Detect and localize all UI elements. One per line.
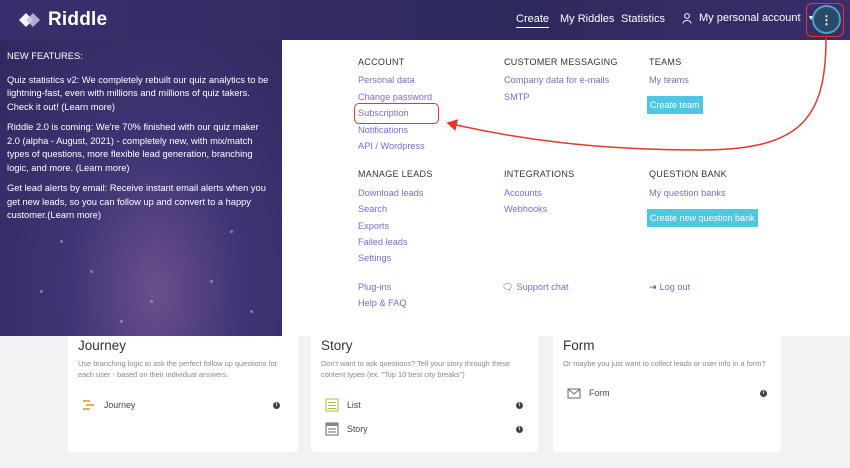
annotation-subscription-highlight — [354, 103, 439, 124]
manage-leads-heading: MANAGE LEADS — [358, 169, 433, 179]
confetti — [250, 310, 253, 313]
card-description: Don't want to ask questions? Tell your s… — [321, 359, 511, 379]
journey-icon — [83, 400, 94, 410]
journey-card: Journey Use branching logic to ask the p… — [68, 336, 298, 452]
annotation-kebab-highlight — [806, 3, 844, 37]
new-features-panel: NEW FEATURES: Quiz statistics v2: We com… — [0, 40, 282, 336]
create-team-button[interactable]: Create team — [647, 96, 703, 114]
riddle-logo-icon — [19, 13, 40, 27]
customer-messaging-heading: CUSTOMER MESSAGING — [504, 57, 618, 67]
account-heading: ACCOUNT — [358, 57, 405, 67]
confetti — [90, 270, 93, 273]
account-menu[interactable]: My personal account ▼ — [682, 12, 814, 24]
api-wordpress-link[interactable]: API / Wordpress — [358, 141, 425, 151]
confetti — [40, 290, 43, 293]
card-title: Journey — [78, 338, 127, 353]
notifications-link[interactable]: Notifications — [358, 125, 408, 135]
logout-icon: ⇥ — [649, 282, 657, 292]
integrations-heading: INTEGRATIONS — [504, 169, 575, 179]
chat-icon: 🗨 — [502, 282, 514, 292]
nav-statistics[interactable]: Statistics — [621, 13, 665, 25]
form-item-label: Form — [589, 388, 610, 398]
logo-text: Riddle — [48, 9, 108, 30]
logo[interactable]: Riddle — [16, 9, 107, 31]
info-icon[interactable]: i — [516, 426, 523, 433]
story-item-label: Story — [347, 424, 368, 434]
nav-my-riddles[interactable]: My Riddles — [560, 13, 614, 25]
card-title: Story — [321, 338, 353, 353]
support-chat-label: Support chat — [516, 282, 569, 292]
my-question-banks-link[interactable]: My question banks — [649, 188, 726, 198]
list-item[interactable]: List — [325, 398, 361, 412]
form-card: Form Or maybe you just want to collect l… — [553, 336, 781, 452]
settings-link[interactable]: Settings — [358, 253, 391, 263]
exports-link[interactable]: Exports — [358, 221, 389, 231]
info-icon[interactable]: i — [516, 402, 523, 409]
help-faq-link[interactable]: Help & FAQ — [358, 298, 407, 308]
form-icon — [567, 388, 581, 399]
journey-item-label: Journey — [104, 400, 136, 410]
confetti — [120, 320, 123, 323]
plugins-link[interactable]: Plug-ins — [358, 282, 391, 292]
feature-item: Get lead alerts by email: Receive instan… — [7, 183, 266, 220]
form-item[interactable]: Form — [567, 386, 610, 400]
personal-data-link[interactable]: Personal data — [358, 75, 415, 85]
info-icon[interactable]: i — [760, 390, 767, 397]
teams-heading: TEAMS — [649, 57, 682, 67]
info-icon[interactable]: i — [273, 402, 280, 409]
settings-dropdown: ACCOUNT Personal data Change password Su… — [282, 40, 850, 336]
download-leads-link[interactable]: Download leads — [358, 188, 423, 198]
user-icon — [682, 12, 692, 24]
company-data-link[interactable]: Company data for e-mails — [504, 75, 609, 85]
card-description: Use branching logic to ask the perfect f… — [78, 359, 278, 379]
top-bar: Riddle Create My Riddles Statistics My p… — [0, 0, 850, 40]
confetti — [60, 240, 63, 243]
smtp-link[interactable]: SMTP — [504, 92, 530, 102]
failed-leads-link[interactable]: Failed leads — [358, 237, 408, 247]
nav-create[interactable]: Create — [516, 13, 550, 28]
logout-label: Log out — [659, 282, 691, 292]
logout-link[interactable]: ⇥ Log out — [649, 282, 690, 293]
story-card: Story Don't want to ask questions? Tell … — [311, 336, 538, 452]
account-label: My personal account — [699, 12, 801, 24]
confetti — [230, 230, 233, 233]
list-item-label: List — [347, 400, 361, 410]
card-description: Or maybe you just want to collect leads … — [563, 359, 766, 368]
support-chat-link[interactable]: 🗨 Support chat — [502, 282, 569, 293]
list-icon — [325, 398, 339, 412]
confetti — [150, 300, 153, 303]
features-title: NEW FEATURES: — [7, 51, 83, 61]
feature-item: Quiz statistics v2: We completely rebuil… — [7, 74, 269, 112]
story-item[interactable]: Story — [325, 422, 368, 436]
confetti — [210, 280, 213, 283]
feature-item: Riddle 2.0 is coming: We're 70% finished… — [7, 122, 259, 173]
webhooks-link[interactable]: Webhooks — [504, 204, 547, 214]
card-title: Form — [563, 338, 595, 353]
search-link[interactable]: Search — [358, 204, 387, 214]
change-password-link[interactable]: Change password — [358, 92, 432, 102]
my-teams-link[interactable]: My teams — [649, 75, 689, 85]
create-question-bank-button[interactable]: Create new question bank — [647, 209, 758, 227]
journey-item[interactable]: Journey — [82, 398, 135, 412]
question-bank-heading: QUESTION BANK — [649, 169, 727, 179]
story-icon — [325, 422, 339, 436]
accounts-link[interactable]: Accounts — [504, 188, 542, 198]
